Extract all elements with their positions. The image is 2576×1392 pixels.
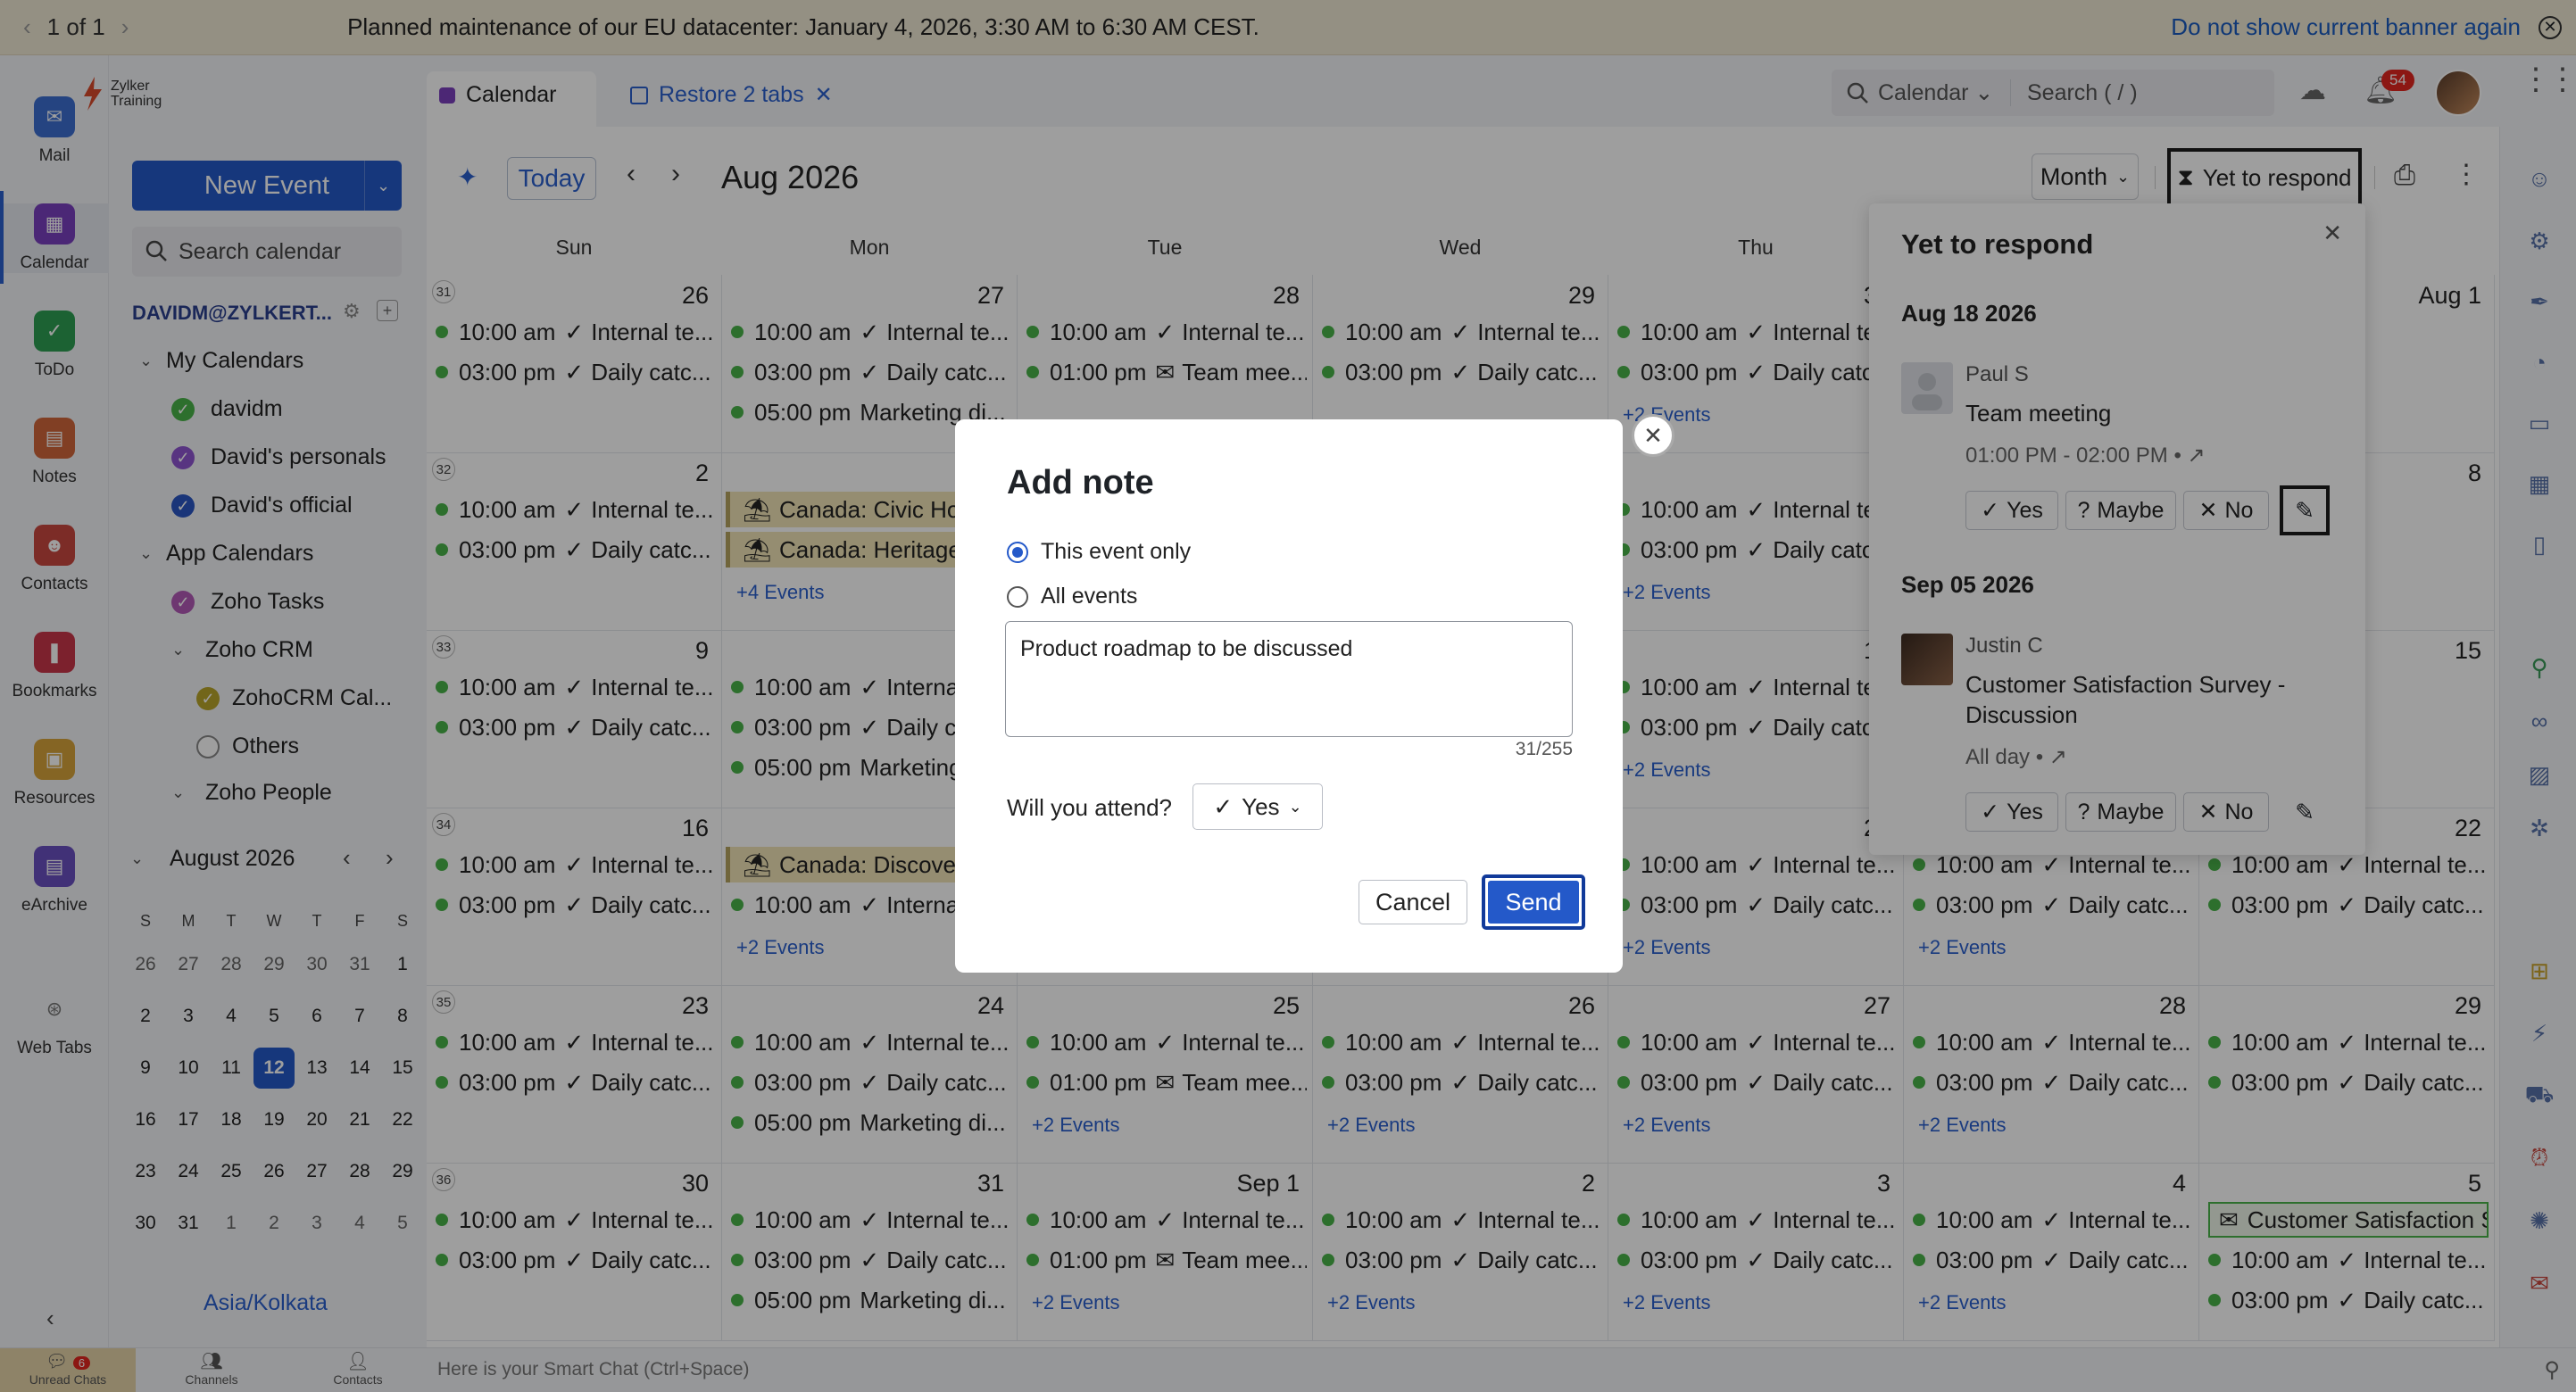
radio-all-events[interactable]: All events <box>1007 584 1137 609</box>
radio-selected-icon[interactable] <box>1007 541 1028 563</box>
radio-unselected-icon[interactable] <box>1007 585 1028 608</box>
attend-select[interactable]: ✓ Yes ⌄ <box>1192 783 1323 830</box>
dialog-close-icon[interactable]: ✕ <box>1632 414 1674 457</box>
radio-this-event[interactable]: This event only <box>1007 539 1191 565</box>
dialog-title: Add note <box>1007 464 1154 501</box>
send-button[interactable]: Send <box>1482 874 1585 930</box>
char-counter: 31/255 <box>1515 739 1573 759</box>
add-note-dialog: Add note This event only All events Prod… <box>955 419 1623 973</box>
chevron-down-icon: ⌄ <box>1288 797 1302 816</box>
cancel-button[interactable]: Cancel <box>1359 880 1467 924</box>
note-textarea[interactable]: Product roadmap to be discussed <box>1005 621 1573 737</box>
attend-label: Will you attend? <box>1007 794 1172 821</box>
check-icon: ✓ <box>1213 792 1234 820</box>
